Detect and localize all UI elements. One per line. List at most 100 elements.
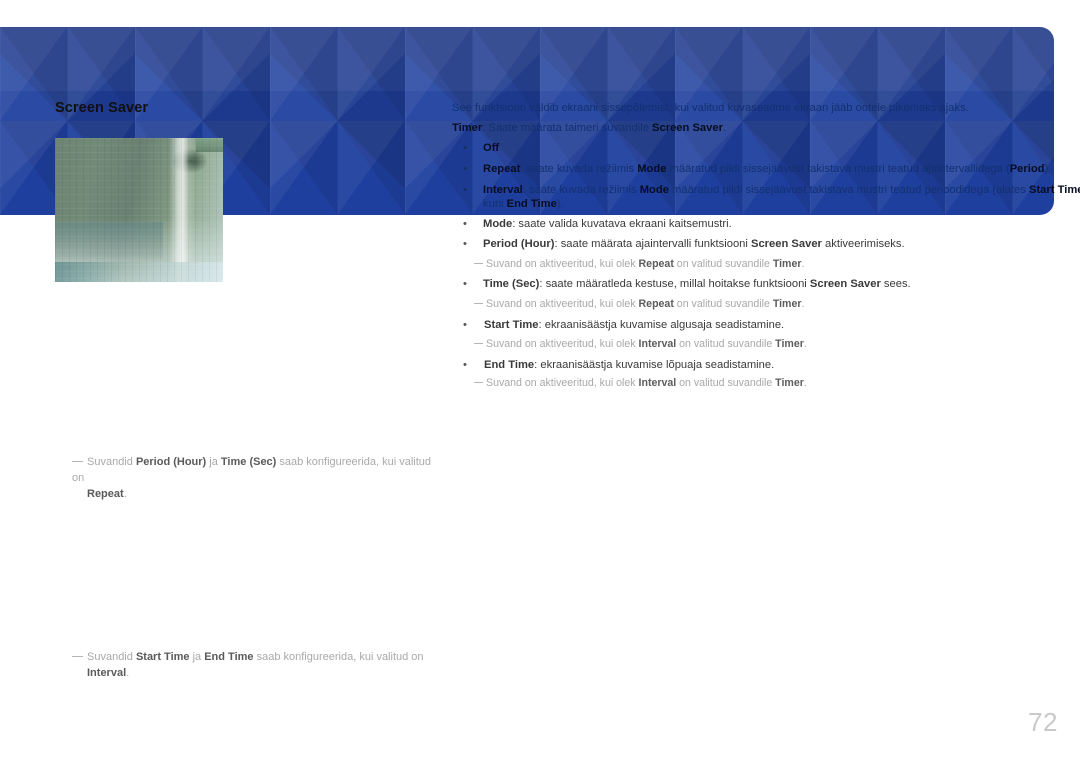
timer-definition: Timer: Saate määrata taimeri suvandile S… [452,121,726,136]
subnote-state-ref: Interval [638,377,677,389]
subnote-end: Suvand on aktiveeritud, kui olek Interva… [474,377,807,391]
subnote-timer-ref: Timer [775,377,804,389]
screen-saver-preview-image [55,138,223,282]
subnote-pre: Suvand on aktiveeritud, kui olek [486,338,639,350]
footnote-start-ref: Start Time [135,651,190,663]
subnote-time: Suvand on aktiveeritud, kui olek Repeat … [474,298,804,312]
bullet-repeat-text3: ). [1044,163,1052,175]
bullet-repeat-label: Repeat [483,163,521,175]
bullet-interval-wrap-pre: kuni [483,198,507,210]
subnote-mid: on valitud suvandile [676,377,776,389]
footnote-period-ref: Period (Hour) [135,456,207,468]
bullet-marker: • [463,359,467,371]
footnote-dash-icon [72,461,83,462]
footnote-pre: Suvandid [87,651,136,663]
bullet-interval-wrap-post: ). [556,198,564,210]
bullet-time-screensaver-ref: Screen Saver [809,278,881,290]
bullet-mode-text: : saate valida kuvatava ekraani kaitsemu… [512,218,732,230]
footnote-repeat: Suvandid Period (Hour) ja Time (Sec) saa… [72,455,432,503]
footnote-pre: Suvandid [87,456,136,468]
timer-end: . [722,122,727,134]
footnote-post: saab konfigureerida, kui valitud on [253,651,424,663]
footnote-dash-icon [72,656,83,657]
bullet-marker: • [463,184,467,196]
bullet-time-label: Time (Sec) [483,278,540,290]
subnote-timer-ref: Timer [772,298,802,310]
footnote-repeat-ref: Repeat [87,487,124,500]
bullet-marker: • [463,142,467,154]
bullet-interval: Interval: saate kuvada režiimis Mode mää… [483,183,1080,198]
subnote-pre: Suvand on aktiveeritud, kui olek [486,258,639,270]
footnote-continuation: Interval. [87,666,432,682]
bullet-start-text: : ekraanisäästja kuvamise algusaja seadi… [538,319,785,331]
footnote-time-ref: Time (Sec) [220,456,277,468]
timer-rest: : Saate määrata taimeri suvandile [482,122,653,134]
timer-label: Timer [452,122,483,134]
subnote-mid: on valitud suvandile [673,298,773,310]
subnote-post: . [801,258,805,270]
bullet-period-screensaver-ref: Screen Saver [751,238,822,250]
intro-description: See funktsioon väldib ekraani sissepõlem… [452,102,969,114]
footnote-interval-ref: Interval [87,666,127,679]
subnote-post: . [801,298,805,310]
bullet-repeat: Repeat: saate kuvada režiimis Mode määra… [483,162,1051,177]
subnote-start: Suvand on aktiveeritud, kui olek Interva… [474,338,807,352]
subnote-dash-icon [474,343,483,344]
bullet-repeat-text2: määratud pildi sissejäävust takistava mu… [666,163,1010,175]
bullet-marker: • [463,163,467,175]
bullet-off: Off [483,141,499,156]
subnote-mid: on valitud suvandile [676,338,776,350]
bullet-time-text: : saate määratleda kestuse, millal hoita… [539,278,810,290]
bullet-interval-text: : saate kuvada režiimis [522,184,640,196]
bullet-interval-label: Interval [483,184,523,196]
bullet-period-text2: aktiveerimiseks. [821,238,905,250]
bullet-end-time: End Time: ekraanisäästja kuvamise lõpuaj… [484,358,774,373]
subnote-timer-ref: Timer [772,258,802,270]
subnote-post: . [803,338,807,350]
subnote-state-ref: Repeat [638,298,674,310]
bullet-repeat-mode-ref: Mode [637,163,667,175]
footnote-continuation: Repeat. [87,487,432,503]
footnote-interval: Suvandid Start Time ja End Time saab kon… [72,650,432,682]
bullet-repeat-period-ref: Period [1009,163,1045,175]
bullet-time-text2: sees. [880,278,911,290]
bullet-off-label: Off [483,142,500,154]
bullet-time-sec: Time (Sec): saate määratleda kestuse, mi… [483,277,911,292]
subnote-state-ref: Interval [638,338,677,350]
subnote-state-ref: Repeat [638,258,674,270]
bullet-interval-wrap: kuni End Time). [483,197,564,212]
bullet-period-label: Period (Hour) [483,238,555,250]
bullet-marker: • [463,278,467,290]
subnote-timer-ref: Timer [775,338,804,350]
subnote-pre: Suvand on aktiveeritud, kui olek [486,377,639,389]
bullet-mode: Mode: saate valida kuvatava ekraani kait… [483,217,732,232]
footnote-mid: ja [206,456,221,468]
timer-target: Screen Saver [652,122,723,134]
subnote-dash-icon [474,263,483,264]
bullet-period-hour: Period (Hour): saate määrata ajainterval… [483,237,905,252]
bullet-end-label: End Time [484,359,535,371]
bullet-interval-end-ref: End Time [506,198,557,210]
footnote-cont-post: . [126,666,130,679]
subnote-mid: on valitud suvandile [673,258,773,270]
bullet-start-time: Start Time: ekraanisäästja kuvamise algu… [484,318,784,333]
bullet-marker: • [463,238,467,250]
bullet-mode-label: Mode [483,218,513,230]
bullet-period-text: : saate määrata ajaintervalli funktsioon… [554,238,751,250]
bullet-repeat-text: : saate kuvada režiimis [520,163,638,175]
subnote-post: . [803,377,807,389]
bullet-marker: • [463,319,467,331]
subnote-dash-icon [474,382,483,383]
bullet-end-text: : ekraanisäästja kuvamise lõpuaja seadis… [534,359,775,371]
footnote-end-ref: End Time [204,651,254,663]
subnote-dash-icon [474,303,483,304]
bullet-interval-text2: määratud pildi sissejäävust takistava mu… [668,184,1029,196]
subnote-period: Suvand on aktiveeritud, kui olek Repeat … [474,258,804,272]
footnote-cont-post: . [123,487,127,500]
page-title: Screen Saver [55,100,149,116]
subnote-pre: Suvand on aktiveeritud, kui olek [486,298,639,310]
bullet-start-label: Start Time [484,319,539,331]
footnote-mid: ja [189,651,205,663]
bullet-interval-mode-ref: Mode [639,184,669,196]
page-number: 72 [1028,707,1058,737]
